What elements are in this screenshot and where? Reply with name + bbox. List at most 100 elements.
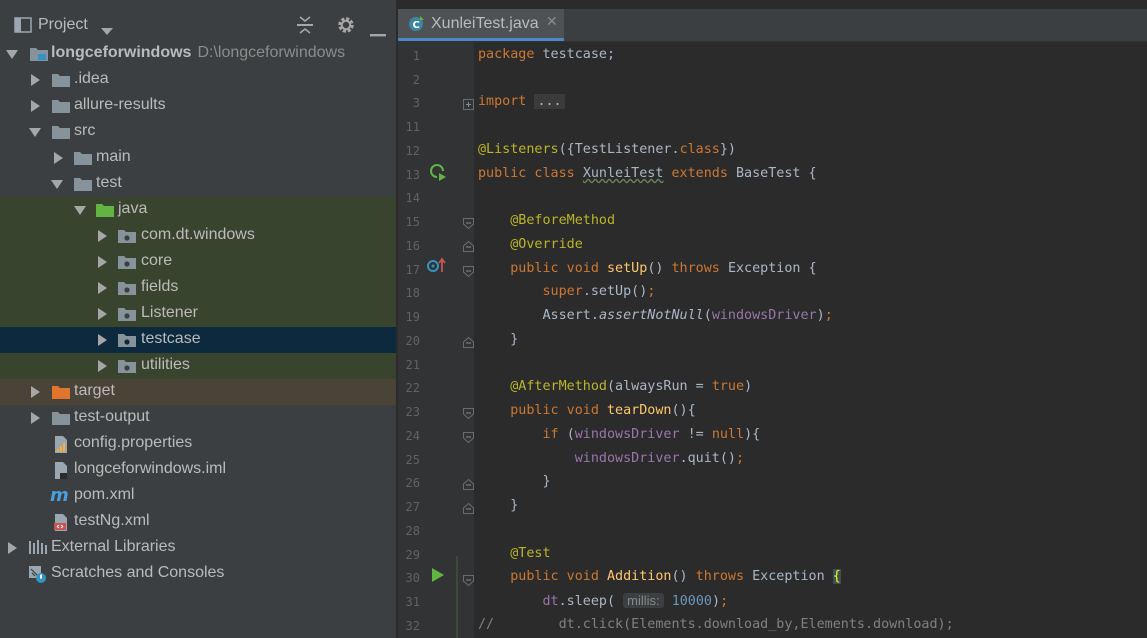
tree-item-core[interactable]: core [0,249,396,275]
fold-end-icon[interactable] [463,333,474,352]
expand-arrow-icon[interactable] [31,412,40,424]
tree-item-label: test [96,174,122,191]
tree-item-java[interactable]: java [0,197,396,223]
line-number: 20 [405,334,420,348]
tree-item-testng-xml[interactable]: testNg.xml [0,509,396,535]
fold-start-icon[interactable] [463,262,474,281]
code-line[interactable]: } [478,494,518,518]
tree-item-test-output[interactable]: test-output [0,405,396,431]
expand-arrow-icon[interactable] [98,334,107,346]
tree-item-fields[interactable]: fields [0,275,396,301]
tree-item-label: config.properties [74,434,193,451]
fold-start-icon[interactable] [463,214,474,233]
expand-arrow-icon[interactable] [98,308,107,320]
vcs-change-marker[interactable] [456,556,458,638]
code-line[interactable]: public void tearDown(){ [478,399,695,423]
expand-arrow-icon[interactable] [98,282,107,294]
tree-item-config-properties[interactable]: config.properties [0,431,396,457]
line-number: 2 [412,73,420,87]
close-icon[interactable]: ✕ [546,14,558,30]
code-line[interactable]: public class XunleiTest extends BaseTest… [478,162,817,186]
tree-item-com-dt-windows[interactable]: com.dt.windows [0,223,396,249]
expand-arrow-icon[interactable] [54,152,63,164]
gear-icon[interactable] [336,15,356,39]
tree-item-external-libraries[interactable]: External Libraries [0,535,396,561]
code-token: Addition [607,569,672,584]
minimize-icon[interactable] [370,23,386,42]
tree-item-test[interactable]: test [0,171,396,197]
module-folder-icon [29,45,49,66]
collapse-all-icon[interactable] [296,15,314,39]
fold-end-icon[interactable] [463,237,474,256]
package-icon [117,331,137,352]
project-view-icon [14,17,32,37]
code-line[interactable]: @Override [478,233,583,257]
expand-arrow-icon[interactable] [74,206,86,215]
line-number: 18 [405,286,420,300]
fold-start-icon[interactable] [463,428,474,447]
fold-end-icon[interactable] [463,499,474,518]
code-line[interactable]: } [478,470,551,494]
fold-start-icon[interactable] [463,571,474,590]
tree-item-iml[interactable]: longceforwindows.iml [0,457,396,483]
code-line[interactable]: dt.sleep( millis: 10000); [478,589,728,613]
tree-item-src[interactable]: src [0,119,396,145]
parameter-hint: millis: [623,593,664,608]
code-line[interactable]: windowsDriver.quit(); [478,447,744,471]
expand-arrow-icon[interactable] [31,100,40,112]
code-line[interactable]: @Test [478,542,550,566]
expand-arrow-icon[interactable] [31,74,40,86]
tree-item-listener[interactable]: Listener [0,301,396,327]
tree-item-label: test-output [74,408,150,425]
project-panel-title[interactable]: Project [38,16,88,34]
code-token: ; [647,284,656,299]
code-token: public void [510,569,607,584]
expand-arrow-icon[interactable] [6,50,18,59]
project-panel-header: Project [0,9,396,41]
code-line[interactable]: if (windowsDriver != null){ [478,423,761,447]
code-line[interactable]: import ... [478,90,565,114]
fold-end-icon[interactable] [463,475,474,494]
code-line[interactable]: super.setUp(); [478,280,656,304]
override-method-icon[interactable] [427,257,447,277]
fold-expand-icon[interactable] [463,95,474,114]
tree-item-pom-xml[interactable]: m pom.xml [0,483,396,509]
tree-item-scratches[interactable]: Scratches and Consoles [0,561,396,587]
expand-arrow-icon[interactable] [8,542,17,554]
expand-arrow-icon[interactable] [98,360,107,372]
folded-imports[interactable]: ... [534,94,565,109]
tree-item-target[interactable]: target [0,379,396,405]
libraries-icon [28,539,48,560]
code-line[interactable]: public void setUp() throws Exception { [478,257,816,281]
expand-arrow-icon[interactable] [31,386,40,398]
code-line[interactable]: @AfterMethod(alwaysRun = true) [478,375,752,399]
code-line[interactable]: @BeforeMethod [478,209,615,233]
tree-item-testcase[interactable]: testcase [0,327,396,353]
tree-item-allure-results[interactable]: allure-results [0,93,396,119]
line-number: 19 [405,310,420,324]
tree-item-utilities[interactable]: utilities [0,353,396,379]
code-token: setUp [607,261,648,276]
expand-arrow-icon[interactable] [98,256,107,268]
code-line[interactable]: // dt.click(Elements.download_by,Element… [478,613,954,637]
line-number: 12 [405,144,420,158]
code-line[interactable]: package testcase; [478,43,615,67]
code-token: } [510,498,519,513]
fold-start-icon[interactable] [463,404,474,423]
run-class-icon[interactable] [429,163,447,185]
line-number: 25 [405,453,420,467]
code-line[interactable]: } [478,328,518,352]
run-test-icon[interactable] [431,567,445,587]
tree-item-idea[interactable]: .idea [0,67,396,93]
chevron-down-icon[interactable] [101,21,113,40]
expand-arrow-icon[interactable] [29,128,41,137]
editor-tab-xunleitest[interactable]: C XunleiTest.java ✕ [398,9,564,41]
expand-arrow-icon[interactable] [51,180,63,189]
tree-item-root[interactable]: longceforwindows D:\longceforwindows [0,41,396,67]
tree-item-main[interactable]: main [0,145,396,171]
code-line[interactable]: @Listeners({TestListener.class}) [478,138,736,162]
code-line[interactable]: Assert.assertNotNull(windowsDriver); [478,304,833,328]
code-line[interactable]: public void Addition() throws Exception … [478,565,841,589]
editor-tab-label: XunleiTest.java [431,15,539,32]
expand-arrow-icon[interactable] [98,230,107,242]
